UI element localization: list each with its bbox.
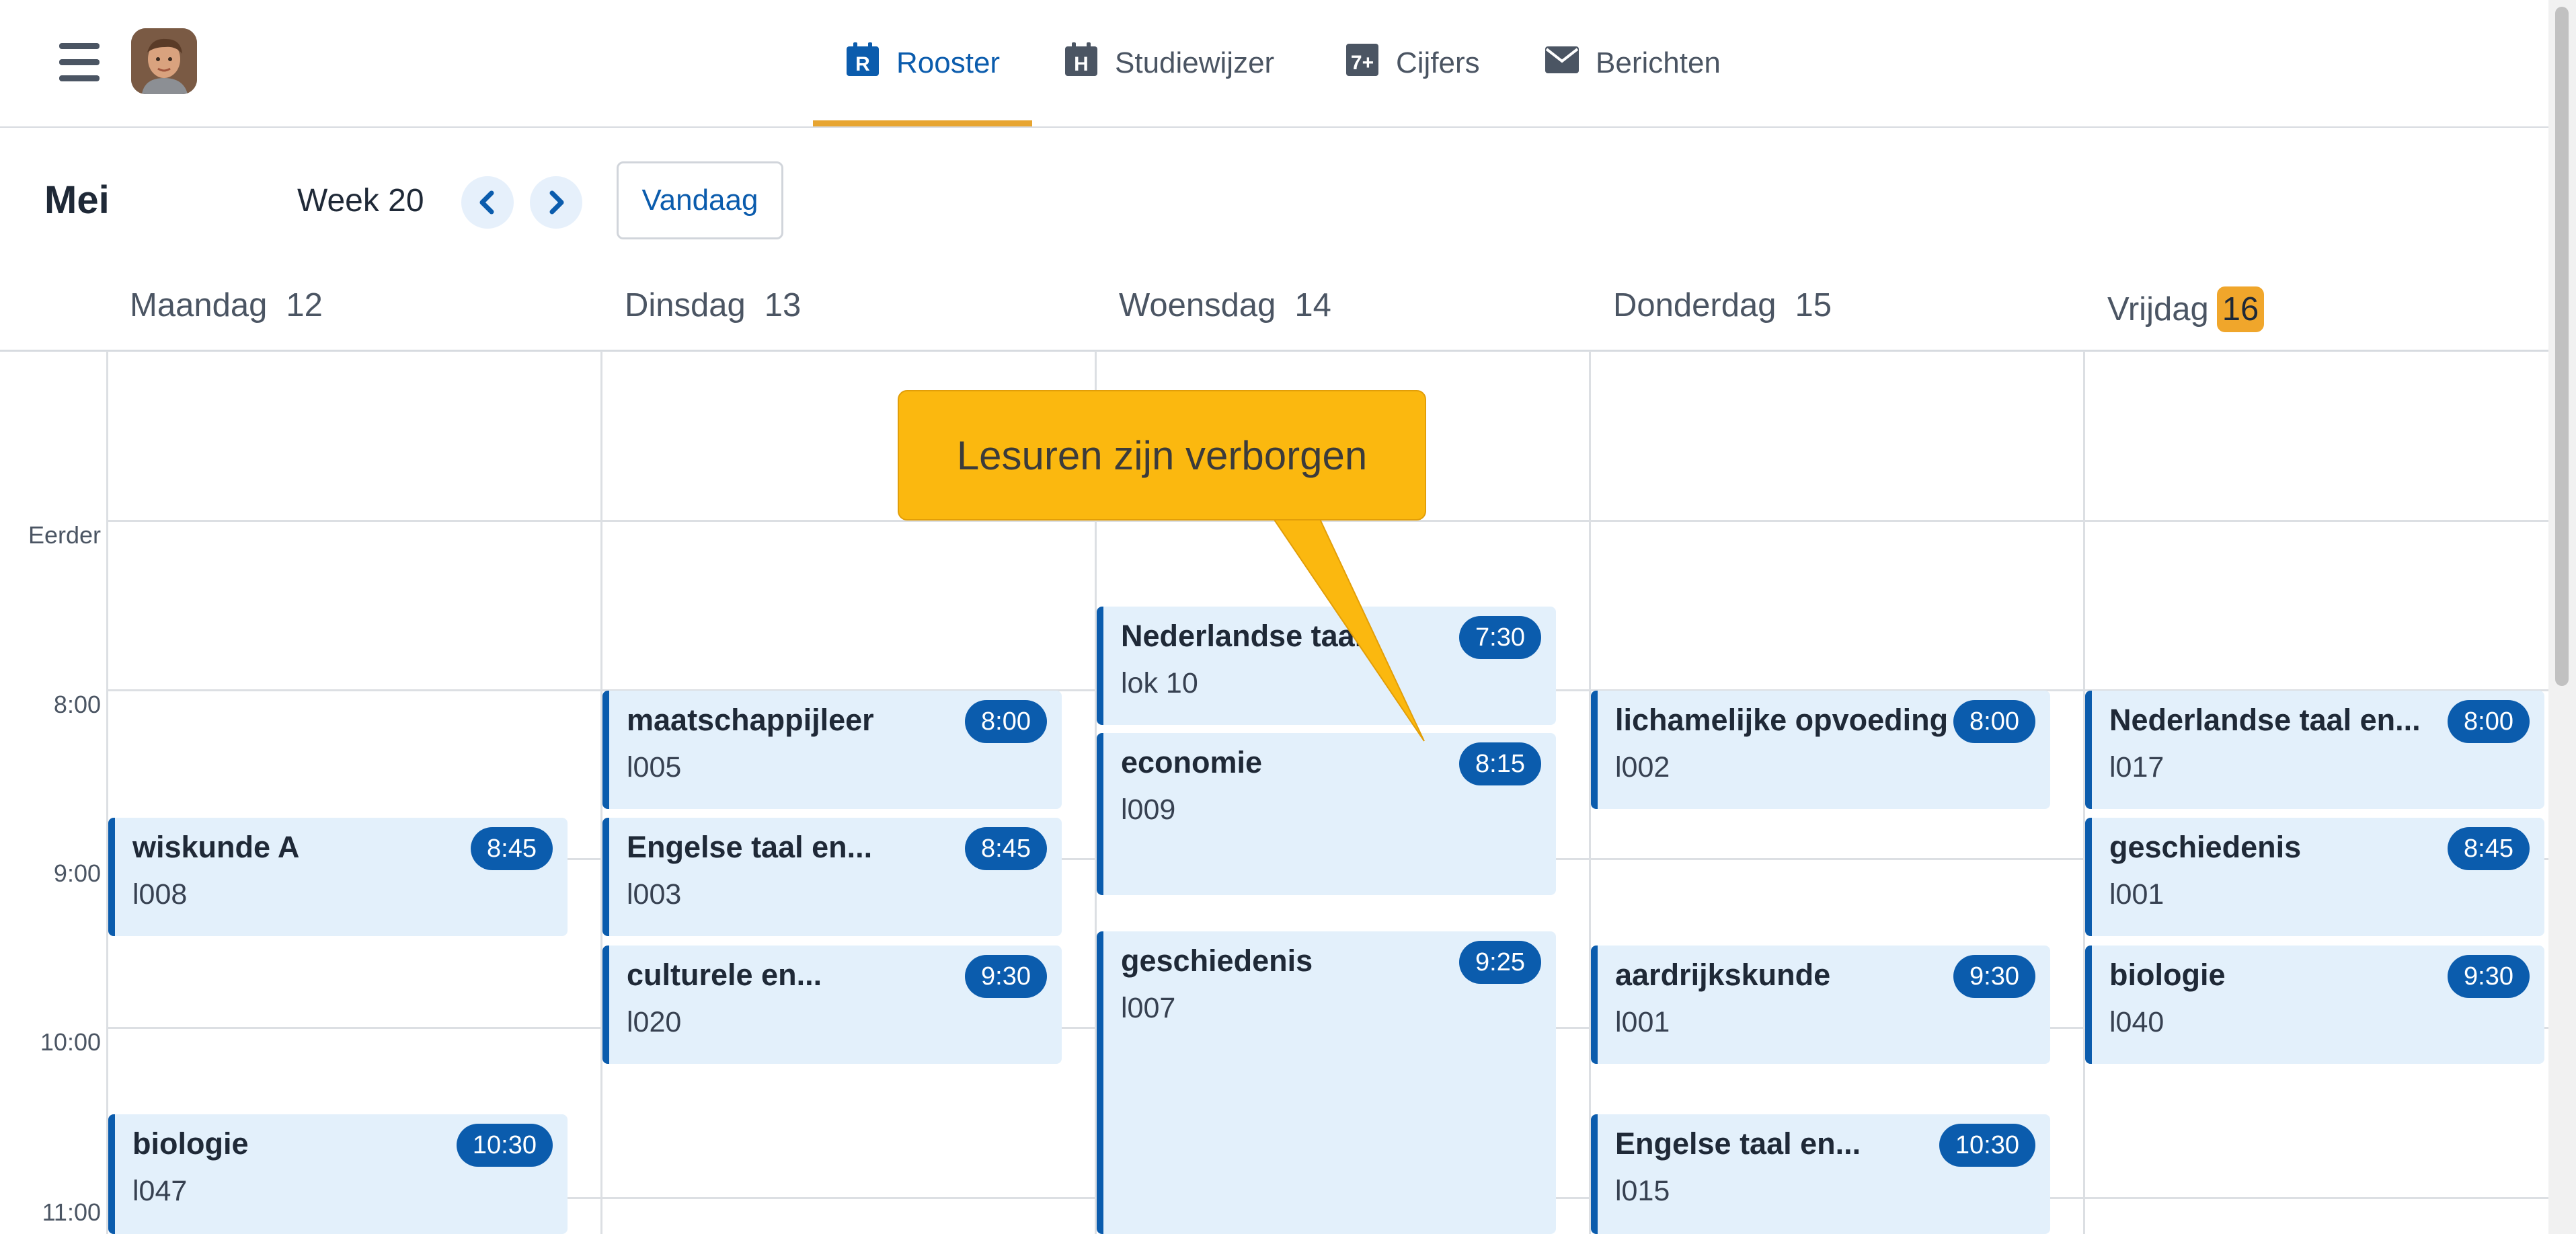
rooster-page: R Rooster H Studiewijzer 7+ Cijfers Beri… [0, 0, 2576, 1234]
scrollbar-thumb[interactable] [2555, 7, 2569, 686]
tooltip-hidden-hours: Lesuren zijn verborgen [898, 390, 1426, 520]
tooltip-pointer [1272, 517, 1425, 742]
